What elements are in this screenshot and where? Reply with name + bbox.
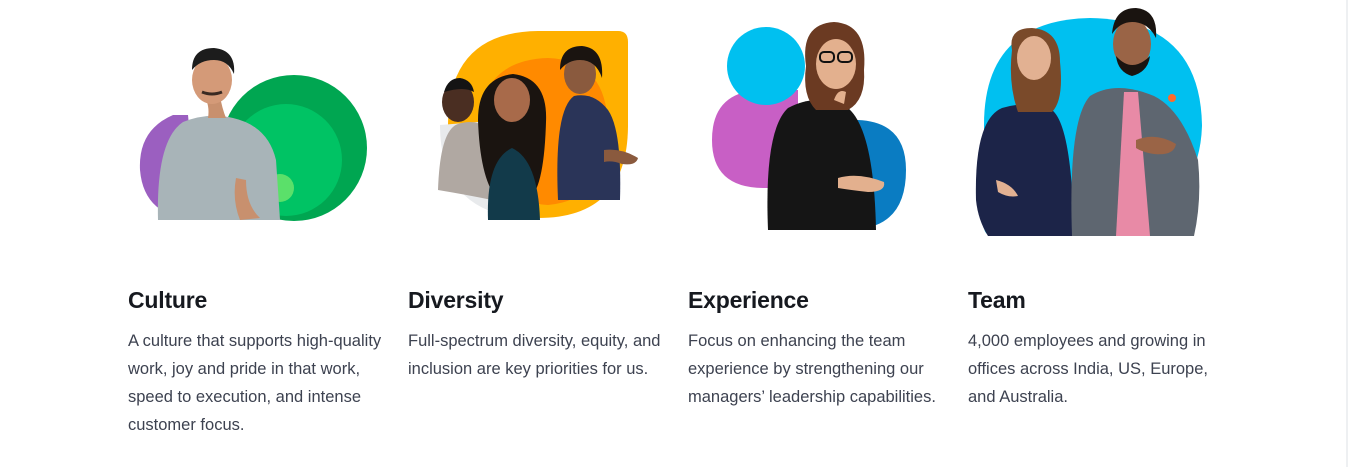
diversity-illustration bbox=[408, 0, 670, 250]
diversity-description: Full-spectrum diversity, equity, and inc… bbox=[408, 332, 661, 378]
careers-values-section: Culture A culture that supports high-qua… bbox=[0, 0, 1348, 467]
woman-with-blue-shapes-icon bbox=[712, 22, 906, 230]
experience-title: Experience bbox=[688, 287, 809, 313]
group-with-yellow-shape-icon bbox=[438, 31, 638, 220]
experience-description: Focus on enhancing the team experience b… bbox=[688, 332, 936, 406]
team-title: Team bbox=[968, 287, 1026, 313]
diversity-title: Diversity bbox=[408, 287, 504, 313]
pair-with-cyan-shape-icon bbox=[975, 8, 1202, 236]
culture-title: Culture bbox=[128, 287, 208, 313]
team-illustration bbox=[968, 0, 1230, 250]
team-description: 4,000 employees and growing in offices a… bbox=[968, 332, 1208, 406]
culture-description: A culture that supports high-quality wor… bbox=[128, 332, 382, 434]
culture-illustration bbox=[128, 0, 390, 250]
person-with-green-circles-icon bbox=[139, 48, 367, 223]
experience-illustration bbox=[688, 0, 950, 250]
